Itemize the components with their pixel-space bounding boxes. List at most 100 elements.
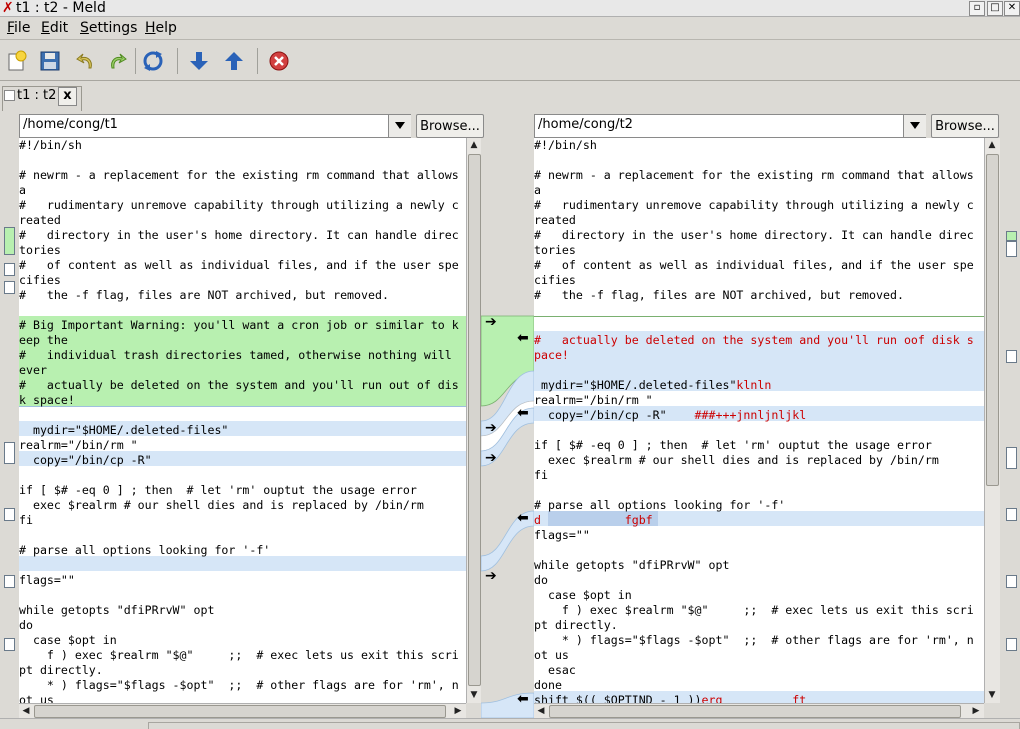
overview-marker-change[interactable]	[1006, 575, 1017, 588]
code-line: realrm="/bin/rm "	[19, 438, 138, 452]
overview-marker-change[interactable]	[1006, 508, 1017, 521]
toolbar-separator	[257, 48, 258, 74]
save-icon[interactable]	[38, 49, 62, 73]
stop-icon[interactable]	[267, 49, 291, 73]
diff-link-area[interactable]: ➔ ⬅ ⬅ ➔ ➔ ⬅ ➔ ⬅	[481, 138, 534, 718]
tab-bar	[0, 81, 1020, 111]
right-browse-button[interactable]: Browse...	[931, 114, 999, 138]
refresh-icon[interactable]	[141, 49, 165, 73]
overview-marker-change[interactable]	[4, 442, 15, 464]
left-overview-strip	[0, 138, 18, 703]
document-icon	[4, 90, 15, 101]
left-path-combo[interactable]: /home/cong/t1	[19, 114, 411, 138]
scroll-right-icon[interactable]: ▶	[451, 704, 465, 718]
maximize-button[interactable]: □	[987, 1, 1003, 16]
right-horizontal-scrollbar[interactable]: ◀ ▶	[534, 703, 984, 719]
left-browse-button[interactable]: Browse...	[416, 114, 484, 138]
tab-close-button[interactable]: x	[58, 87, 77, 106]
push-right-arrow-icon[interactable]: ➔	[485, 568, 497, 584]
overview-marker-insert[interactable]	[4, 227, 15, 255]
tab-label: t1 : t2	[17, 88, 57, 103]
new-icon[interactable]	[5, 49, 29, 73]
chevron-down-icon[interactable]	[388, 115, 411, 137]
up-arrow-icon[interactable]	[222, 49, 246, 73]
code-line: case $opt in	[534, 588, 632, 602]
code-line: mydir="$HOME/.deleted-files"klnln	[534, 378, 772, 392]
scroll-down-icon[interactable]: ▼	[985, 688, 999, 702]
overview-marker-change[interactable]	[1006, 638, 1017, 651]
right-vertical-scrollbar[interactable]: ▲ ▼	[984, 138, 1000, 703]
scroll-up-icon[interactable]: ▲	[985, 138, 999, 152]
left-vertical-scrollbar[interactable]: ▲ ▼	[466, 138, 482, 703]
scroll-thumb[interactable]	[986, 154, 999, 486]
redo-icon[interactable]	[105, 49, 129, 73]
overview-marker-insert[interactable]	[1006, 231, 1017, 241]
code-line: tories	[534, 243, 576, 257]
menu-help[interactable]: Help	[145, 20, 177, 36]
code-line: case $opt in	[19, 633, 117, 647]
push-right-arrow-icon[interactable]: ➔	[485, 314, 497, 330]
push-right-arrow-icon[interactable]: ➔	[485, 420, 497, 436]
chevron-down-icon[interactable]	[903, 115, 926, 137]
code-line: mydir="$HOME/.deleted-files"	[19, 423, 229, 437]
overview-marker-change[interactable]	[1006, 447, 1017, 469]
overview-marker-change[interactable]	[4, 638, 15, 651]
code-line: k space!	[19, 393, 75, 407]
code-line: shift $(( $OPTIND - 1 ))erg ft	[534, 693, 807, 703]
left-text-pane[interactable]: #!/bin/sh # newrm - a replacement for the…	[19, 138, 466, 703]
close-window-button[interactable]: ✕	[1004, 1, 1020, 16]
code-line: cifies	[534, 273, 576, 287]
status-field	[148, 722, 1020, 729]
code-line: #!/bin/sh	[534, 138, 597, 152]
scroll-down-icon[interactable]: ▼	[467, 688, 481, 702]
code-line: # directory in the user's home directory…	[19, 228, 459, 242]
right-path-combo[interactable]: /home/cong/t2	[534, 114, 926, 138]
push-right-arrow-icon[interactable]: ➔	[485, 450, 497, 466]
scroll-left-icon[interactable]: ◀	[19, 704, 33, 718]
right-text-pane[interactable]: #!/bin/sh # newrm - a replacement for the…	[534, 138, 984, 703]
code-line: # newrm - a replacement for the existing…	[19, 168, 459, 182]
push-left-arrow-icon[interactable]: ⬅	[517, 330, 529, 346]
down-arrow-icon[interactable]	[187, 49, 211, 73]
scroll-thumb[interactable]	[34, 705, 446, 718]
overview-marker-change[interactable]	[4, 281, 15, 294]
code-line: # the -f flag, files are NOT archived, b…	[19, 288, 389, 302]
left-horizontal-scrollbar[interactable]: ◀ ▶	[19, 703, 466, 719]
right-path-text: /home/cong/t2	[538, 117, 633, 132]
undo-icon[interactable]	[74, 49, 98, 73]
push-left-arrow-icon[interactable]: ⬅	[517, 510, 529, 526]
code-line: esac	[534, 663, 576, 677]
overview-marker-change[interactable]	[1006, 350, 1017, 363]
right-overview-strip	[1000, 138, 1020, 703]
scroll-left-icon[interactable]: ◀	[534, 704, 548, 718]
code-line: # actually be deleted on the system and …	[19, 378, 459, 392]
menu-edit[interactable]: Edit	[41, 20, 68, 36]
toolbar-separator	[177, 48, 178, 74]
code-line: #!/bin/sh	[19, 138, 82, 152]
menu-settings[interactable]: Settings	[80, 20, 137, 36]
code-line: flags=""	[19, 573, 75, 587]
minimize-button[interactable]: ▫	[969, 1, 985, 16]
overview-marker-change[interactable]	[4, 575, 15, 588]
code-line: do	[19, 618, 33, 632]
scroll-right-icon[interactable]: ▶	[969, 704, 983, 718]
meld-icon: ✗	[2, 0, 14, 16]
menu-file[interactable]: File	[7, 20, 30, 36]
code-line: * ) flags="$flags -$opt" ;; # other flag…	[19, 678, 459, 692]
code-line: flags=""	[534, 528, 590, 542]
overview-marker-change[interactable]	[4, 263, 15, 276]
code-line: # rudimentary unremove capability throug…	[19, 198, 459, 212]
scroll-up-icon[interactable]: ▲	[467, 138, 481, 152]
push-left-arrow-icon[interactable]: ⬅	[517, 405, 529, 421]
push-left-arrow-icon[interactable]: ⬅	[517, 691, 529, 707]
scroll-thumb[interactable]	[468, 154, 481, 686]
overview-marker-change[interactable]	[4, 508, 15, 521]
overview-marker-change[interactable]	[1006, 241, 1017, 257]
scroll-thumb[interactable]	[549, 705, 961, 718]
